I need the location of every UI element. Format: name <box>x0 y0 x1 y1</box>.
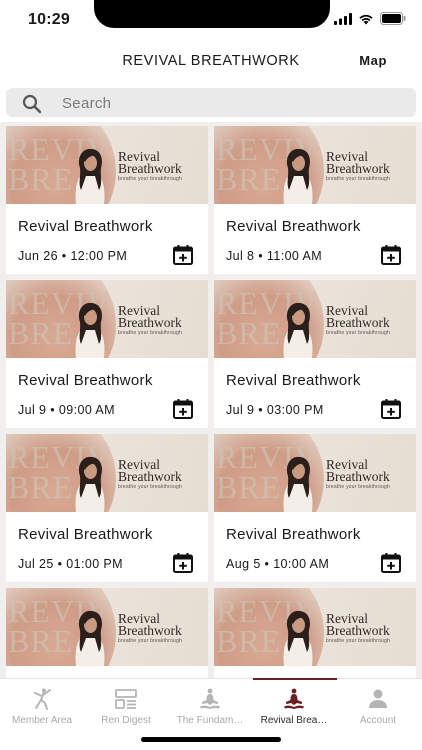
digest-layout-icon <box>115 689 137 709</box>
banner-title: Revival Breathwork <box>118 304 182 330</box>
event-grid: REVIV BRE Revival Breathwork breathe you… <box>6 126 416 678</box>
yoga-pose-icon <box>34 688 51 710</box>
event-card[interactable]: REVIV BRE Revival Breathwork breathe you… <box>214 588 416 678</box>
event-banner-image: REVIV BRE Revival Breathwork breathe you… <box>6 434 208 512</box>
event-banner-image: REVIV BRE Revival Breathwork breathe you… <box>214 434 416 512</box>
portrait-illustration <box>75 302 105 358</box>
portrait-illustration <box>75 456 105 512</box>
tab-the-fundamentals[interactable]: The Fundam… <box>168 679 252 729</box>
banner-title: Revival Breathwork <box>118 458 182 484</box>
home-indicator <box>141 737 281 742</box>
status-icons <box>334 12 406 25</box>
banner-title-line: Breathwork <box>326 469 390 484</box>
banner-tagline: breathe your breakthrough <box>118 638 182 644</box>
event-card[interactable]: REVIV BRE Revival Breathwork breathe you… <box>6 434 208 582</box>
signal-icon <box>334 12 352 25</box>
event-banner-image: REVIV BRE Revival Breathwork breathe you… <box>214 126 416 204</box>
event-date: Jul 9 • 03:00 PM <box>226 403 324 417</box>
banner-title-line: Breathwork <box>118 161 182 176</box>
search-bar <box>0 82 422 122</box>
tab-account[interactable]: Account <box>336 679 420 729</box>
map-button[interactable]: Map <box>359 53 387 68</box>
search-input[interactable] <box>62 93 392 113</box>
event-banner-image: REVIV BRE Revival Breathwork breathe you… <box>6 588 208 666</box>
tab-label: Account <box>359 715 397 726</box>
tab-label: Ren Digest <box>101 715 151 726</box>
portrait-illustration <box>75 610 105 666</box>
tab-ren-digest[interactable]: Ren Digest <box>84 679 168 729</box>
status-time: 10:29 <box>28 11 70 28</box>
banner-tagline: breathe your breakthrough <box>118 176 182 182</box>
search-icon <box>22 94 42 114</box>
banner-title-line: Breathwork <box>326 161 390 176</box>
event-title: Revival Breathwork <box>18 526 153 543</box>
banner-title: Revival Breathwork <box>326 150 390 176</box>
event-title: Revival Breathwork <box>18 372 153 389</box>
event-banner-image: REVIV BRE Revival Breathwork breathe you… <box>6 126 208 204</box>
banner-title-line: Breathwork <box>118 315 182 330</box>
banner-tagline: breathe your breakthrough <box>118 330 182 336</box>
meditation-icon <box>200 688 220 709</box>
banner-tagline: breathe your breakthrough <box>326 638 390 644</box>
calendar-add-icon[interactable] <box>172 398 194 420</box>
event-title: Revival Breathwork <box>226 218 361 235</box>
portrait-illustration <box>75 148 105 204</box>
event-date: Jun 26 • 12:00 PM <box>18 249 128 263</box>
tab-revival-breathwork[interactable]: Revival Brea… <box>252 679 336 729</box>
event-banner-image: REVIV BRE Revival Breathwork breathe you… <box>214 280 416 358</box>
person-icon <box>369 689 387 708</box>
calendar-add-icon[interactable] <box>172 244 194 266</box>
banner-title: Revival Breathwork <box>118 150 182 176</box>
tab-label: Revival Brea… <box>260 715 328 726</box>
status-bar: 10:29 <box>0 0 422 40</box>
portrait-illustration <box>283 610 313 666</box>
event-title: Revival Breathwork <box>226 372 361 389</box>
event-banner-image: REVIV BRE Revival Breathwork breathe you… <box>214 588 416 666</box>
banner-tagline: breathe your breakthrough <box>326 176 390 182</box>
event-card[interactable]: REVIV BRE Revival Breathwork breathe you… <box>214 280 416 428</box>
banner-title-line: Breathwork <box>326 623 390 638</box>
portrait-illustration <box>283 456 313 512</box>
event-date: Jul 9 • 09:00 AM <box>18 403 115 417</box>
calendar-add-icon[interactable] <box>380 244 402 266</box>
event-title: Revival Breathwork <box>226 526 361 543</box>
banner-title-line: Breathwork <box>118 469 182 484</box>
event-card[interactable]: REVIV BRE Revival Breathwork breathe you… <box>214 434 416 582</box>
banner-title-line: Breathwork <box>326 315 390 330</box>
banner-title: Revival Breathwork <box>326 612 390 638</box>
tab-label: Member Area <box>11 715 73 726</box>
tab-label: The Fundam… <box>176 715 244 726</box>
event-date: Jul 8 • 11:00 AM <box>226 249 323 263</box>
event-card[interactable]: REVIV BRE Revival Breathwork breathe you… <box>214 126 416 274</box>
event-card[interactable]: REVIV BRE Revival Breathwork breathe you… <box>6 280 208 428</box>
device-notch <box>94 0 330 28</box>
search-box[interactable] <box>6 88 416 117</box>
battery-icon <box>380 12 406 25</box>
banner-tagline: breathe your breakthrough <box>326 484 390 490</box>
banner-title: Revival Breathwork <box>118 612 182 638</box>
portrait-illustration <box>283 148 313 204</box>
event-card[interactable]: REVIV BRE Revival Breathwork breathe you… <box>6 126 208 274</box>
nav-header: REVIVAL BREATHWORK Map <box>0 40 422 82</box>
banner-tagline: breathe your breakthrough <box>118 484 182 490</box>
event-banner-image: REVIV BRE Revival Breathwork breathe you… <box>6 280 208 358</box>
tab-member-area[interactable]: Member Area <box>0 679 84 729</box>
banner-tagline: breathe your breakthrough <box>326 330 390 336</box>
event-date: Jul 25 • 01:00 PM <box>18 557 123 571</box>
portrait-illustration <box>283 302 313 358</box>
event-title: Revival Breathwork <box>18 218 153 235</box>
meditation-icon <box>284 688 304 709</box>
banner-title: Revival Breathwork <box>326 458 390 484</box>
calendar-add-icon[interactable] <box>380 398 402 420</box>
banner-title: Revival Breathwork <box>326 304 390 330</box>
event-card[interactable]: REVIV BRE Revival Breathwork breathe you… <box>6 588 208 678</box>
wifi-icon <box>359 14 373 24</box>
calendar-add-icon[interactable] <box>172 552 194 574</box>
banner-title-line: Breathwork <box>118 623 182 638</box>
calendar-add-icon[interactable] <box>380 552 402 574</box>
event-date: Aug 5 • 10:00 AM <box>226 557 330 571</box>
